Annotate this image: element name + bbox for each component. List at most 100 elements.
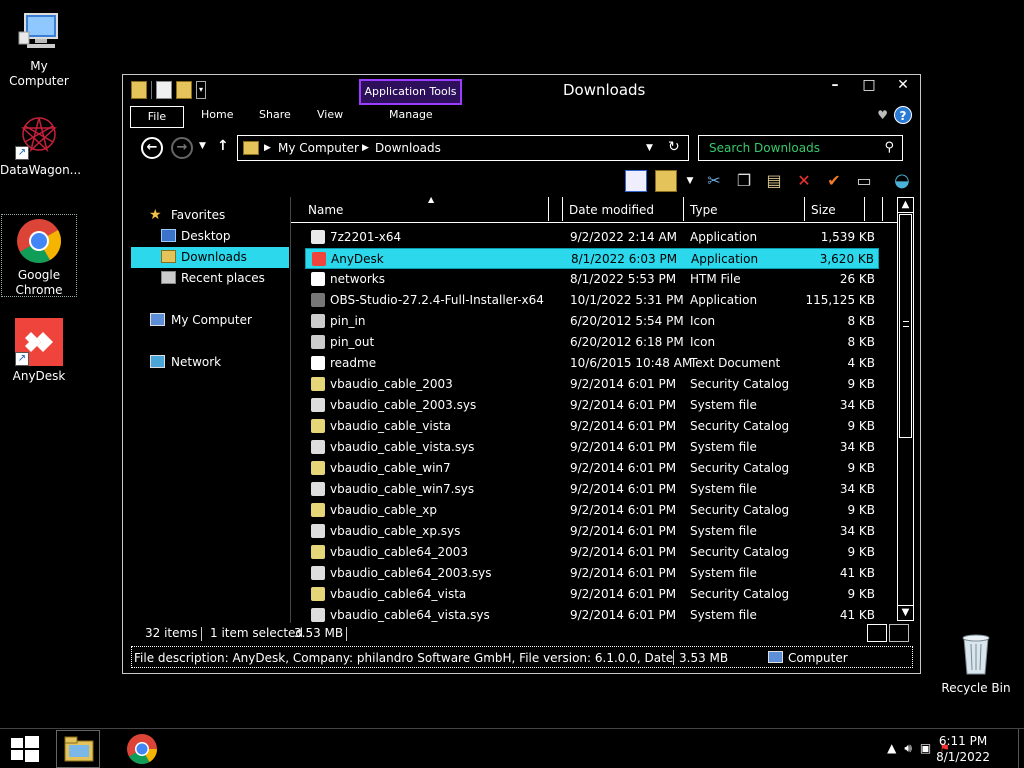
file-row[interactable]: vbaudio_cable64_2003 9/2/2014 6:01 PM Secu… (305, 542, 879, 563)
tab-file[interactable]: File (130, 106, 184, 128)
file-row[interactable]: vbaudio_cable_win7.sys 9/2/2014 6:01 PM Sy… (305, 479, 879, 500)
nav-recent-places[interactable]: Recent places (131, 268, 289, 289)
file-row[interactable]: vbaudio_cable_vista.sys 9/2/2014 6:01 PM S… (305, 437, 879, 458)
file-row[interactable]: vbaudio_cable64_vista.sys 9/2/2014 6:01 P… (305, 605, 879, 623)
desktop-icon-chrome[interactable]: Google Chrome (1, 214, 77, 297)
file-row[interactable]: vbaudio_cable_xp 9/2/2014 6:01 PM Security… (305, 500, 879, 521)
column-divider[interactable] (562, 197, 563, 221)
column-divider[interactable] (882, 197, 883, 221)
refresh-icon[interactable]: ↻ (668, 139, 680, 155)
desktop-icon-recycle-bin[interactable]: Recycle Bin (936, 630, 1016, 696)
column-size[interactable]: Size (811, 203, 836, 217)
file-row[interactable]: vbaudio_cable64_vista 9/2/2014 6:01 PM Sec… (305, 584, 879, 605)
large-icons-view-icon[interactable] (889, 624, 909, 642)
desktop-icon-my-computer[interactable]: My Computer (0, 8, 78, 89)
close-button[interactable]: ✕ (886, 75, 920, 97)
details-view-icon[interactable] (867, 624, 887, 642)
nav-label: Recent places (181, 271, 265, 285)
nav-network[interactable]: Network (131, 352, 289, 373)
tab-share[interactable]: Share (259, 108, 291, 121)
details-location: Computer (788, 651, 848, 665)
views-dropdown-icon[interactable]: ▼ (685, 170, 695, 192)
file-row[interactable]: pin_in 6/20/2012 5:54 PM Icon 8 KB (305, 311, 879, 332)
column-divider[interactable] (548, 197, 549, 221)
nav-favorites[interactable]: ★ Favorites (131, 205, 289, 226)
file-description: File description: AnyDesk, Company: phil… (134, 651, 674, 665)
up-button[interactable]: ↑ (217, 138, 229, 154)
desktop-icon-datawagon[interactable]: ↗ DataWagon... (0, 112, 81, 178)
file-row[interactable]: vbaudio_cable64_2003.sys 9/2/2014 6:01 PM… (305, 563, 879, 584)
nav-desktop[interactable]: Desktop (131, 226, 289, 247)
cut-icon[interactable]: ✂ (703, 170, 725, 192)
delete-icon[interactable]: ✕ (793, 170, 815, 192)
scroll-thumb[interactable] (899, 214, 912, 438)
folder-icon[interactable] (131, 81, 147, 99)
expand-ribbon-icon[interactable]: ♥ (877, 108, 888, 122)
file-row[interactable]: readme 10/6/2015 10:48 AM Text Document 4 K… (305, 353, 879, 374)
file-size: 9 KB (847, 545, 875, 559)
file-row[interactable]: vbaudio_cable_win7 9/2/2014 6:01 PM Securi… (305, 458, 879, 479)
application-tools-tab[interactable]: Application Tools (359, 79, 462, 105)
search-input[interactable]: Search Downloads ⚲ (698, 135, 903, 161)
start-button[interactable] (2, 730, 46, 768)
network-globe-icon[interactable]: ◒ (891, 170, 913, 192)
file-row[interactable]: AnyDesk 8/1/2022 6:03 PM Application 3,620 … (305, 248, 879, 269)
rename-icon[interactable]: ▭ (853, 170, 875, 192)
text-file-icon (311, 356, 325, 370)
tab-home[interactable]: Home (201, 108, 233, 121)
column-divider[interactable] (804, 197, 805, 221)
paste-icon[interactable]: ▤ (763, 170, 785, 192)
column-date-modified[interactable]: Date modified (569, 203, 654, 217)
file-row[interactable]: 7z2201-x64 9/2/2022 2:14 AM Application 1,5… (305, 227, 879, 248)
qat-dropdown-icon[interactable]: ▾ (196, 81, 206, 99)
file-row[interactable]: vbaudio_cable_vista 9/2/2014 6:01 PM Secur… (305, 416, 879, 437)
desktop-icon-anydesk[interactable]: ↗ AnyDesk (0, 318, 78, 384)
address-bar[interactable]: ▶ My Computer ▶ Downloads ▼ ↻ (237, 135, 689, 161)
scroll-down-icon[interactable]: ▼ (898, 605, 913, 620)
file-row[interactable]: vbaudio_cable_2003.sys 9/2/2014 6:01 PM Sy… (305, 395, 879, 416)
column-divider[interactable] (683, 197, 684, 221)
folder-options-icon[interactable] (655, 170, 677, 192)
file-row[interactable]: vbaudio_cable_2003 9/2/2014 6:01 PM Securi… (305, 374, 879, 395)
nav-downloads[interactable]: Downloads (131, 247, 289, 268)
show-hidden-icons-icon[interactable]: ▲ (887, 741, 896, 756)
breadcrumb-downloads[interactable]: Downloads (375, 141, 441, 155)
preview-pane-icon[interactable] (625, 170, 647, 192)
file-name: vbaudio_cable_2003 (330, 377, 453, 391)
file-row[interactable]: OBS-Studio-27.2.4-Full-Installer-x64 10/1… (305, 290, 879, 311)
recent-locations-dropdown-icon[interactable]: ▼ (199, 141, 206, 151)
help-icon[interactable]: ? (894, 106, 912, 124)
taskbar-file-explorer[interactable] (56, 730, 100, 768)
breadcrumb-my-computer[interactable]: My Computer (278, 141, 359, 155)
column-name[interactable]: Name (308, 203, 343, 217)
volume-icon[interactable]: 🔊︎ (904, 741, 912, 756)
copy-icon[interactable]: ❐ (733, 170, 755, 192)
forward-button[interactable]: → (171, 137, 193, 159)
tab-view[interactable]: View (317, 108, 343, 121)
scroll-up-icon[interactable]: ▲ (898, 198, 913, 213)
file-size: 115,125 KB (805, 293, 875, 307)
nav-my-computer[interactable]: My Computer (131, 310, 289, 331)
file-row[interactable]: networks 8/1/2022 5:53 PM HTM File 26 KB (305, 269, 879, 290)
back-button[interactable]: ← (141, 137, 163, 159)
tab-manage[interactable]: Manage (389, 108, 433, 121)
column-type[interactable]: Type (690, 203, 718, 217)
properties-icon[interactable] (156, 81, 172, 99)
show-desktop-button[interactable] (1018, 729, 1024, 768)
column-divider[interactable] (864, 197, 865, 221)
network-status-icon[interactable]: ▣ (920, 741, 931, 756)
file-date: 6/20/2012 5:54 PM (570, 314, 684, 328)
file-date: 9/2/2014 6:01 PM (570, 440, 677, 454)
taskbar-chrome[interactable] (120, 730, 164, 768)
vertical-scrollbar[interactable]: ▲ ▼ (897, 197, 914, 621)
file-row[interactable]: vbaudio_cable_xp.sys 9/2/2014 6:01 PM Syst… (305, 521, 879, 542)
file-row[interactable]: pin_out 6/20/2012 6:18 PM Icon 8 KB (305, 332, 879, 353)
clock[interactable]: 6:11 PM 8/1/2022 (936, 733, 990, 765)
minimize-button[interactable]: – (818, 75, 852, 97)
new-folder-icon[interactable] (176, 81, 192, 99)
chrome-icon (127, 734, 157, 765)
properties-check-icon[interactable]: ✔ (823, 170, 845, 192)
view-switcher (867, 624, 909, 642)
maximize-button[interactable]: □ (852, 75, 886, 97)
address-dropdown-icon[interactable]: ▼ (646, 143, 653, 153)
